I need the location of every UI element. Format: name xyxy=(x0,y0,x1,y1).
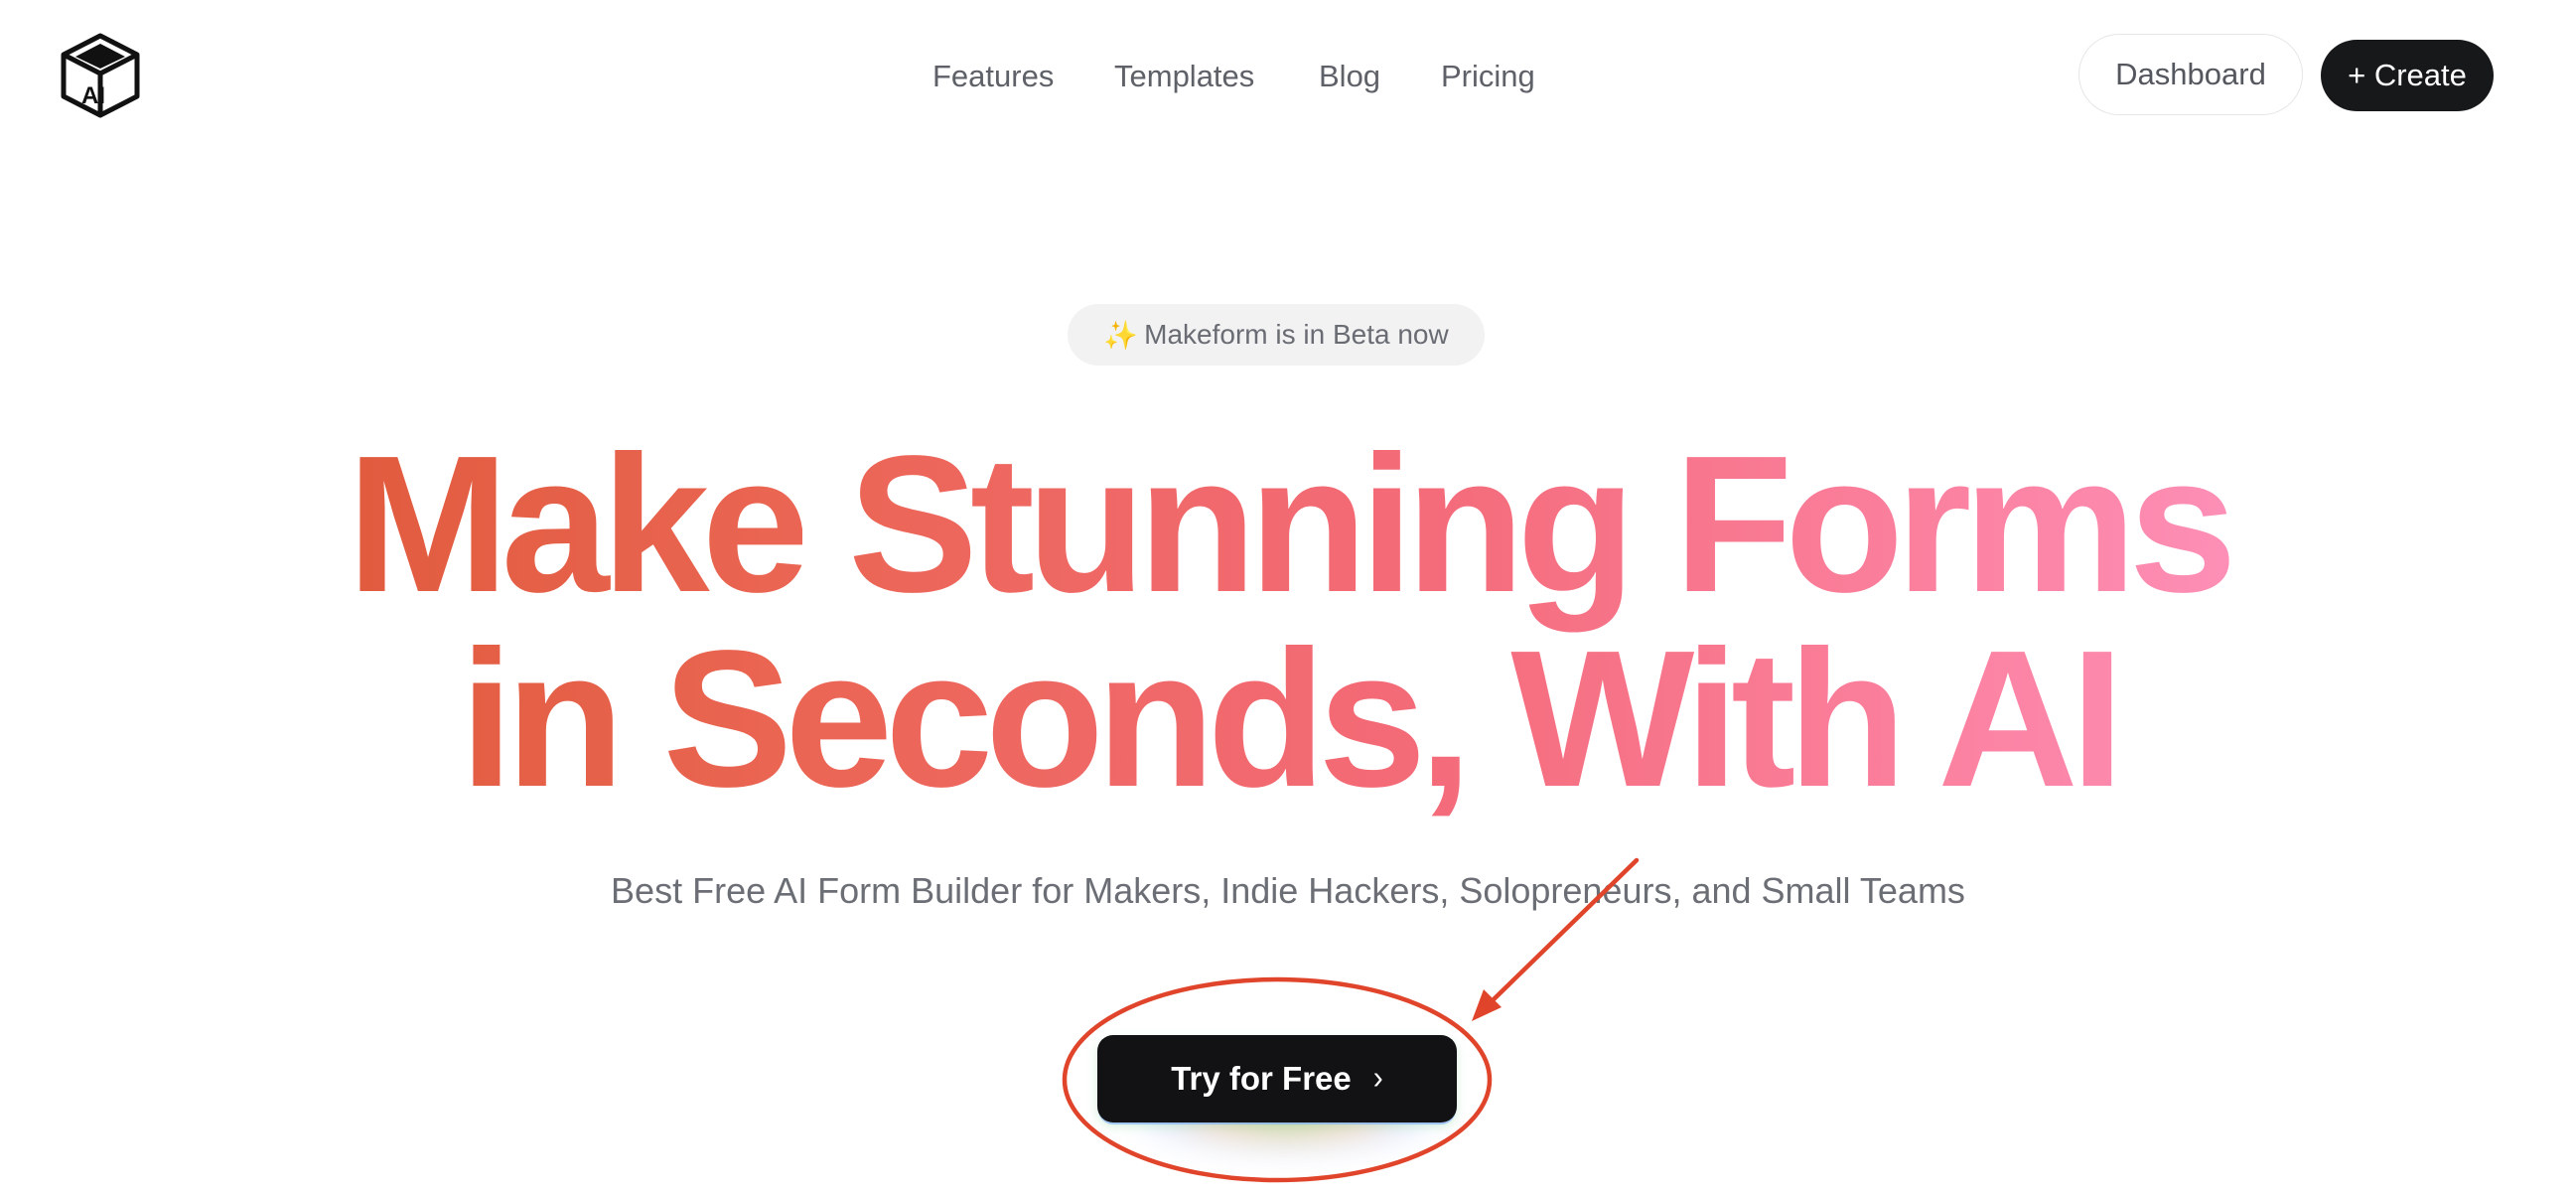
headline-word: in xyxy=(459,610,625,827)
headline-word: Seconds, xyxy=(662,610,1472,827)
cta-label: Try for Free xyxy=(1171,1060,1352,1097)
hero-headline: Make Stunning Forms in Seconds, With AI xyxy=(0,427,2576,817)
headline-line-1: Make Stunning Forms xyxy=(0,427,2576,622)
nav-link-blog[interactable]: Blog xyxy=(1319,52,1380,101)
chevron-right-icon: › xyxy=(1372,1060,1383,1097)
headline-word: With xyxy=(1510,610,1907,827)
headline-line-2: in Seconds, With AI xyxy=(0,622,2576,817)
beta-badge: ✨ Makeform is in Beta now xyxy=(1068,304,1485,366)
create-button[interactable]: + Create xyxy=(2321,40,2494,111)
beta-badge-text: Makeform is in Beta now xyxy=(1144,319,1449,350)
hero-subtitle: Best Free AI Form Builder for Makers, In… xyxy=(611,870,1965,911)
nav-link-pricing[interactable]: Pricing xyxy=(1441,52,1535,101)
sparkles-icon: ✨ xyxy=(1103,319,1139,351)
annotation-arrow-head xyxy=(1472,989,1502,1021)
dashboard-button[interactable]: Dashboard xyxy=(2078,34,2303,115)
try-for-free-button[interactable]: Try for Free › xyxy=(1097,1035,1457,1122)
headline-word: Stunning xyxy=(848,415,1636,633)
headline-word: Forms xyxy=(1673,415,2237,633)
headline-word: Make xyxy=(347,415,809,633)
headline-word: AI xyxy=(1937,610,2124,827)
nav-link-features[interactable]: Features xyxy=(932,52,1054,101)
nav-link-templates[interactable]: Templates xyxy=(1114,52,1254,101)
